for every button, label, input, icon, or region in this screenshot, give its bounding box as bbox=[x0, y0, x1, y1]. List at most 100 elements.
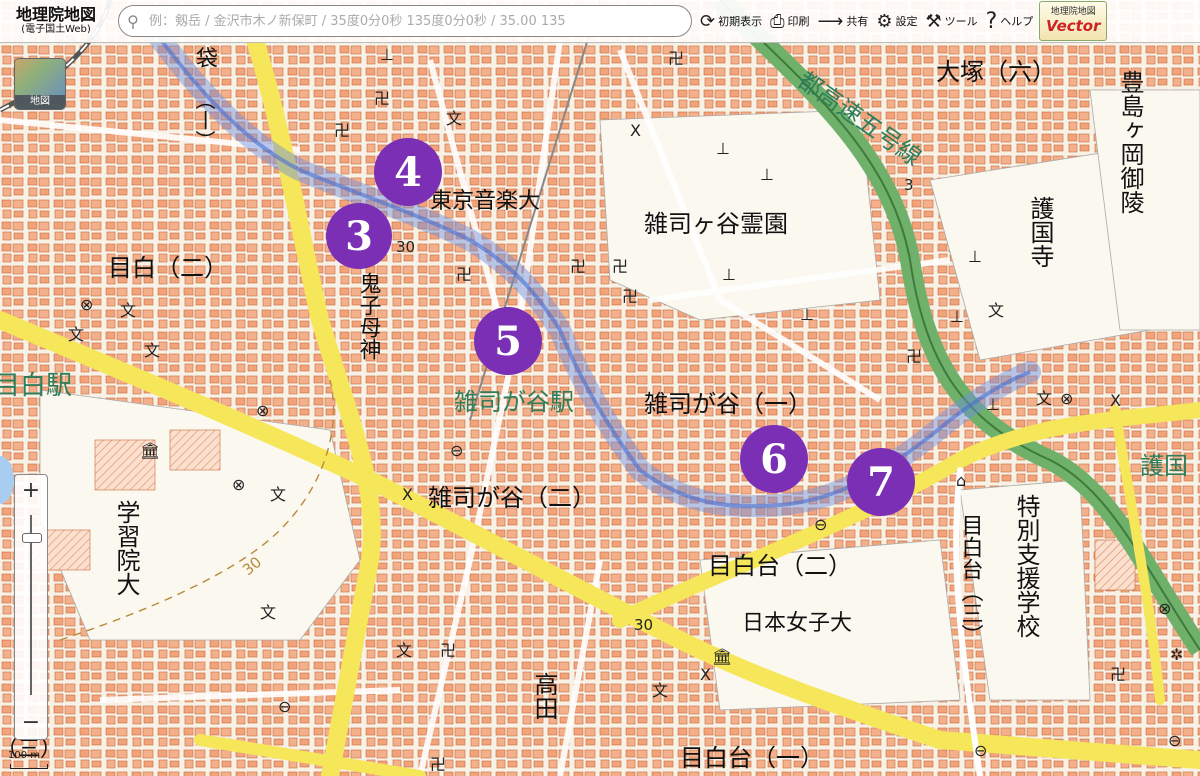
label-nihon-joshi: 日本女子大 bbox=[742, 611, 852, 636]
zoom-out-button[interactable]: − bbox=[15, 709, 47, 737]
zoom-slider-handle[interactable] bbox=[22, 533, 42, 543]
search-icon: ⚲ bbox=[127, 11, 139, 31]
label-kishibojin: 鬼子母神 bbox=[356, 272, 382, 360]
svg-text:6: 6 bbox=[760, 436, 788, 483]
temple-icon: 卍 bbox=[570, 257, 586, 276]
print-button[interactable]: ⎙ 印刷 bbox=[770, 0, 809, 42]
layer-switch-button[interactable]: 地図 bbox=[14, 58, 66, 110]
label-gokoku-edge: 護国 bbox=[1140, 452, 1188, 480]
post-office-icon: ⊗ bbox=[80, 295, 93, 314]
scale-bar bbox=[10, 764, 48, 769]
label-zoshigaya-1: 雑司が谷（一） bbox=[644, 390, 812, 418]
grave-icon: ⊥ bbox=[968, 247, 982, 266]
elevation-label: 3 bbox=[904, 176, 914, 194]
share-icon: ⟶ bbox=[817, 10, 844, 32]
svg-text:3: 3 bbox=[345, 213, 373, 260]
vector-button[interactable]: 地理院地図 Vector bbox=[1039, 1, 1108, 41]
app-subtitle: (電子国土Web) bbox=[21, 24, 91, 35]
tram-stop-icon: ⊖ bbox=[974, 741, 987, 760]
marker-7[interactable]: 7 bbox=[847, 448, 915, 516]
marker-6[interactable]: 6 bbox=[740, 425, 808, 493]
scale-label: 100 m bbox=[8, 750, 41, 761]
gear-icon: ⚙ bbox=[876, 10, 893, 32]
label-mejiro-station: 目白駅 bbox=[0, 371, 72, 401]
grave-icon: ⊥ bbox=[722, 265, 736, 284]
temple-icon: 卍 bbox=[440, 641, 456, 660]
tools-button[interactable]: ⚒ ツール bbox=[925, 0, 977, 42]
marker-5[interactable]: 5 bbox=[474, 307, 542, 375]
label-gakushuin: 学習院大 bbox=[112, 500, 140, 596]
grave-icon: ⊥ bbox=[380, 45, 394, 64]
label-mejiro-2: 目白（二） bbox=[108, 254, 228, 282]
school-icon: 文 bbox=[1036, 389, 1052, 408]
tram-stop-icon: ⊖ bbox=[450, 441, 463, 460]
temple-icon: 卍 bbox=[1110, 665, 1126, 684]
elevation-label: 30 bbox=[396, 238, 415, 256]
map-canvas[interactable]: 卍 卍 卍 卍 卍 卍 卍 卍 卍 卍 卍 X X X X 文 文 文 文 文 … bbox=[0, 0, 1200, 776]
label-zoshigaya-station: 雑司が谷駅 bbox=[454, 388, 574, 416]
police-box-icon: X bbox=[402, 485, 413, 504]
grave-icon: ⊥ bbox=[950, 307, 964, 326]
tools-icon: ⚒ bbox=[925, 10, 942, 32]
tram-stop-icon: ⊖ bbox=[814, 515, 827, 534]
svg-text:7: 7 bbox=[867, 459, 895, 506]
help-icon: ? bbox=[985, 8, 998, 34]
label-mejirodai-2: 目白台（二） bbox=[708, 552, 852, 580]
app-title: 地理院地図 bbox=[15, 5, 96, 24]
police-box-icon: X bbox=[700, 665, 711, 684]
share-label: 共有 bbox=[846, 15, 869, 28]
search-input[interactable] bbox=[147, 12, 681, 30]
school-icon: 文 bbox=[144, 341, 160, 360]
school-icon: 文 bbox=[120, 301, 136, 320]
settings-button[interactable]: ⚙ 設定 bbox=[876, 0, 917, 42]
marker-4[interactable]: 4 bbox=[374, 138, 442, 206]
school-icon: 文 bbox=[652, 681, 668, 700]
home-label: 初期表示 bbox=[718, 15, 763, 28]
label-tokyo-ongaku: 東京音楽大 bbox=[430, 189, 540, 214]
police-box-icon: X bbox=[1110, 391, 1121, 410]
tram-stop-icon: ⊖ bbox=[278, 697, 291, 716]
help-label: ヘルプ bbox=[1000, 15, 1034, 28]
vector-label: Vector bbox=[1046, 17, 1101, 35]
zoom-in-button[interactable]: + bbox=[15, 477, 47, 505]
refresh-icon: ⟳ bbox=[700, 10, 716, 32]
home-button[interactable]: ⟳ 初期表示 bbox=[700, 0, 762, 42]
help-button[interactable]: ? ヘルプ bbox=[986, 0, 1034, 42]
temple-icon: 卍 bbox=[456, 265, 472, 284]
temple-icon: 卍 bbox=[668, 49, 684, 68]
tram-stop-icon: ⊖ bbox=[1168, 731, 1181, 750]
svg-text:4: 4 bbox=[394, 149, 422, 196]
search-box[interactable]: ⚲ bbox=[118, 5, 692, 37]
grave-icon: ⊥ bbox=[986, 395, 1000, 414]
museum-icon: 🏛 bbox=[712, 647, 732, 666]
label-gokokuji: 護国寺 bbox=[1026, 196, 1054, 268]
label-zoshigaya-2: 雑司が谷（二） bbox=[428, 484, 596, 512]
temple-icon: 卍 bbox=[622, 287, 638, 306]
gate-icon: ⌂ bbox=[956, 471, 966, 490]
post-office-icon: ⊗ bbox=[232, 475, 245, 494]
layer-thumbnail bbox=[15, 59, 65, 95]
school-icon: 文 bbox=[988, 301, 1004, 320]
elevation-label: 30 bbox=[634, 616, 653, 634]
print-label: 印刷 bbox=[787, 15, 810, 28]
gear-map-icon: ✲ bbox=[1170, 645, 1183, 664]
museum-icon: 🏛 bbox=[140, 441, 160, 460]
school-icon: 文 bbox=[68, 325, 84, 344]
post-office-icon: ⊗ bbox=[1158, 599, 1171, 618]
app-logo[interactable]: 地理院地図 (電子国土Web) bbox=[0, 0, 112, 42]
label-toshimagaoka: 豊島ヶ岡御陵 bbox=[1116, 70, 1144, 214]
police-box-icon: X bbox=[630, 121, 641, 140]
marker-3[interactable]: 3 bbox=[326, 203, 392, 269]
school-icon: 文 bbox=[446, 109, 462, 128]
label-tokubetsu: 特別支援学校 bbox=[1012, 494, 1040, 638]
layer-label: 地図 bbox=[15, 95, 65, 109]
school-icon: 文 bbox=[270, 485, 286, 504]
label-zoshigaya-reien: 雑司ヶ谷霊園 bbox=[644, 210, 788, 238]
post-office-icon: ⊗ bbox=[256, 401, 269, 420]
share-button[interactable]: ⟶ 共有 bbox=[818, 0, 869, 42]
label-mejirodai-3: 目白台（三） bbox=[958, 514, 984, 646]
printer-icon: ⎙ bbox=[770, 10, 785, 32]
temple-icon: 卍 bbox=[906, 347, 922, 366]
temple-icon: 卍 bbox=[612, 257, 628, 276]
school-icon: 文 bbox=[396, 641, 412, 660]
